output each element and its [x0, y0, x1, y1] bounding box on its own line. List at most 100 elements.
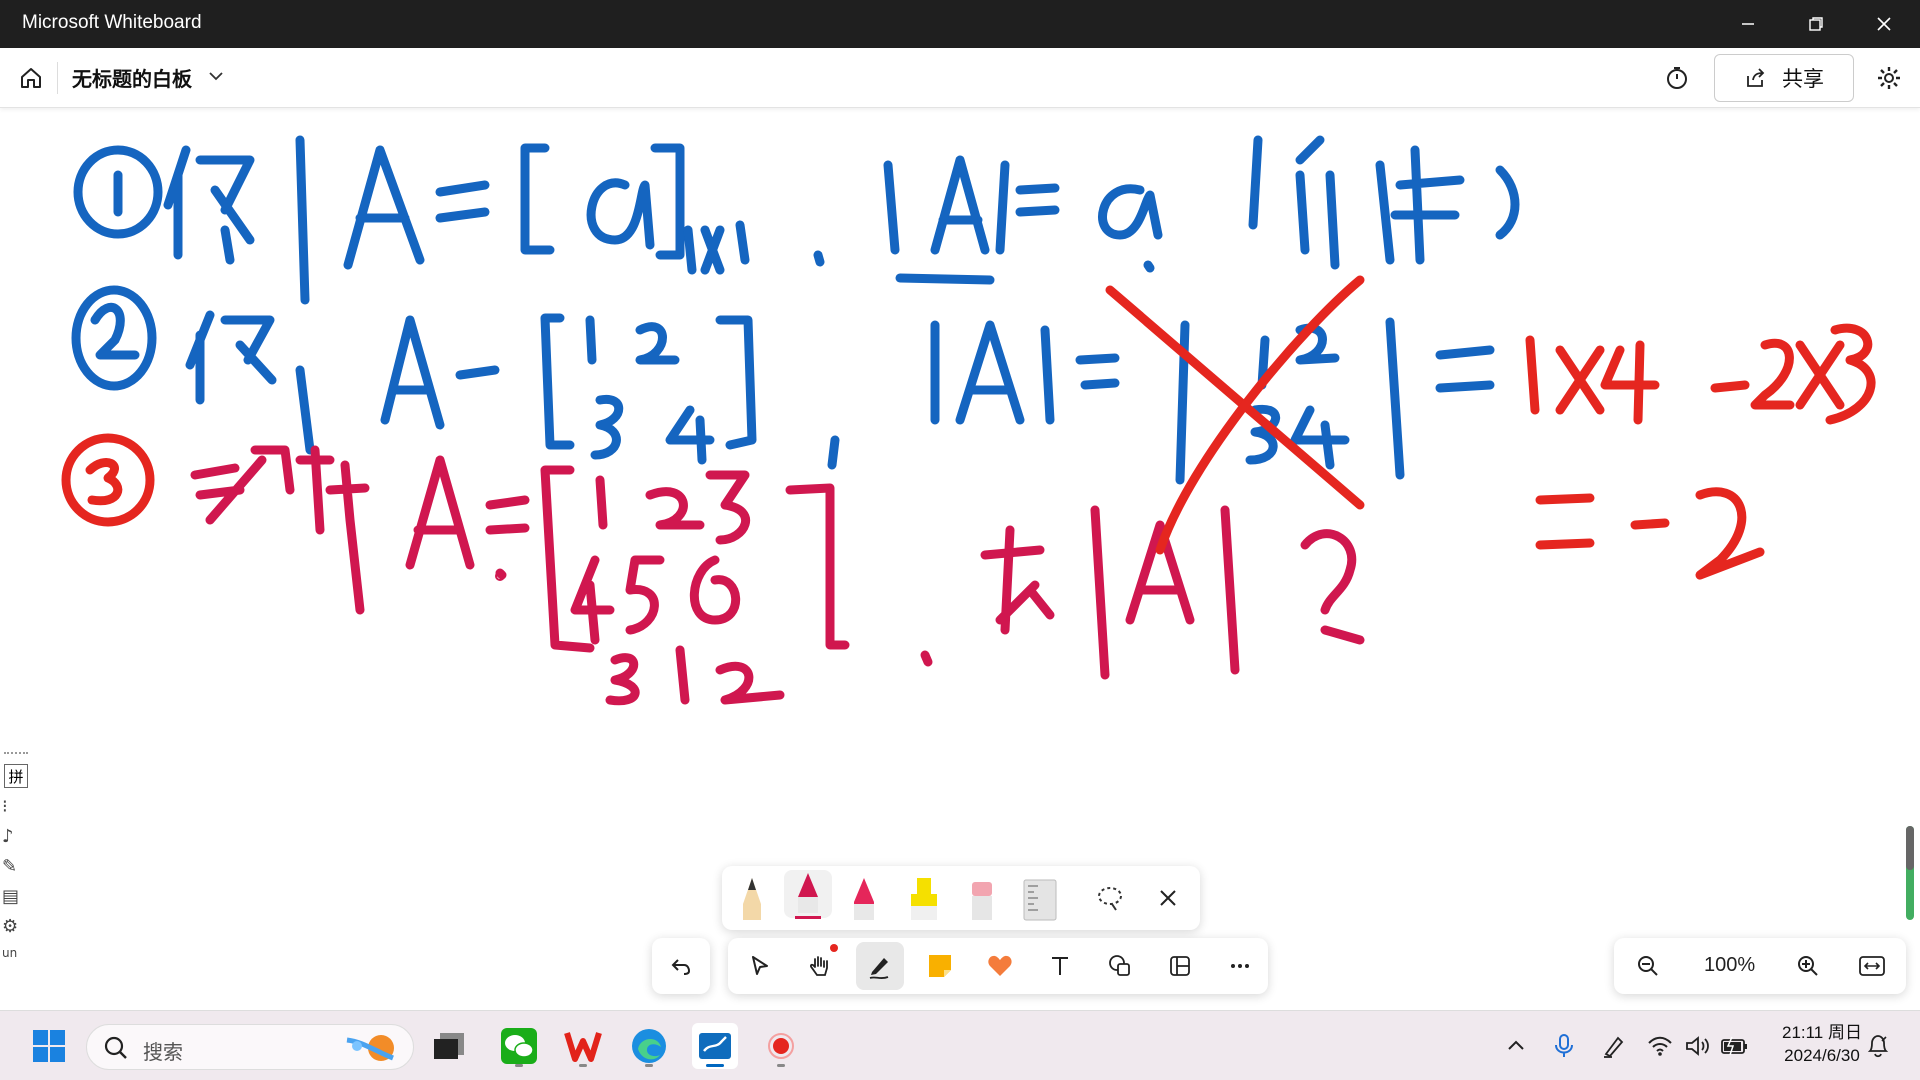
taskbar-wechat[interactable] [496, 1023, 542, 1069]
timer-icon [1667, 67, 1687, 89]
heart-icon [988, 955, 1012, 976]
pen-icon [869, 958, 889, 980]
home-icon [21, 68, 41, 88]
show-hidden-icons-button[interactable] [1496, 1023, 1536, 1069]
pen-menu-icon [1604, 1036, 1624, 1058]
board-title-dropdown[interactable] [206, 66, 226, 90]
templates-tool[interactable] [1156, 942, 1204, 990]
select-tool[interactable] [736, 942, 784, 990]
pen-tool-red[interactable] [840, 874, 888, 922]
ruler-tool[interactable] [1016, 874, 1064, 922]
share-label: 共享 [1782, 67, 1824, 91]
hand-tool[interactable] [796, 942, 844, 990]
pointer-icon [752, 956, 768, 975]
start-button[interactable] [26, 1023, 72, 1069]
search-box[interactable]: 搜索 [86, 1024, 414, 1070]
board-title[interactable]: 无标题的白板 [72, 63, 192, 92]
window-title-bar: Microsoft Whiteboard [0, 0, 1920, 48]
minimize-button[interactable] [1714, 0, 1782, 48]
share-button[interactable]: 共享 [1714, 54, 1854, 102]
undo-icon [671, 959, 691, 975]
ime-punctuation-icon[interactable]: ♪ [2, 826, 14, 847]
undo-pill [652, 938, 710, 994]
shapes-icon [1109, 955, 1130, 976]
search-icon [104, 1036, 127, 1059]
ime-settings-icon[interactable]: ⚙ [2, 916, 18, 937]
ruler-icon [1023, 879, 1057, 921]
ime-soft-keyboard-icon[interactable]: ✎ [2, 856, 17, 877]
search-placeholder: 搜索 [143, 1040, 183, 1064]
ime-mode-button[interactable]: 拼 [4, 764, 28, 788]
ime-half-width-icon[interactable]: ⁝ [2, 796, 8, 817]
ink-row-1 [73, 135, 1520, 305]
timer-button[interactable] [1660, 62, 1694, 94]
highlighter-icon [911, 878, 937, 920]
zoom-out-button[interactable] [1624, 942, 1672, 990]
shapes-tool[interactable] [1096, 942, 1144, 990]
more-icon [1231, 964, 1249, 968]
battery-charging-icon [1721, 1036, 1747, 1056]
pencil-tool[interactable] [728, 874, 776, 922]
zoom-level[interactable]: 100% [1704, 954, 1755, 977]
lasso-tool[interactable] [1086, 874, 1134, 922]
sticky-note-icon [929, 955, 951, 977]
restore-button[interactable] [1782, 0, 1850, 48]
zoom-control: 100% [1614, 938, 1906, 994]
text-tool[interactable] [1036, 942, 1084, 990]
taskbar-whiteboard[interactable] [692, 1023, 738, 1069]
zoom-in-button[interactable] [1784, 942, 1832, 990]
close-window-button[interactable] [1850, 0, 1918, 48]
home-button[interactable] [14, 62, 48, 94]
record-icon [768, 1033, 794, 1059]
minimize-icon [1742, 23, 1754, 25]
ime-grip[interactable] [4, 752, 28, 754]
microphone-button[interactable] [1544, 1023, 1584, 1069]
scrollbar-thumb-top[interactable] [1906, 826, 1914, 870]
pen-tool[interactable] [856, 942, 904, 990]
fit-to-screen-button[interactable] [1848, 942, 1896, 990]
eraser-tool[interactable] [958, 874, 1006, 922]
restore-icon [1809, 17, 1823, 31]
pen-crimson-icon [795, 873, 821, 919]
ink-red-marks [61, 275, 1876, 580]
undo-button[interactable] [657, 942, 705, 990]
notification-dot [830, 944, 838, 952]
taskbar-edge[interactable] [626, 1023, 672, 1069]
bell-icon [1867, 1035, 1889, 1058]
task-view-icon [434, 1033, 464, 1059]
ime-simplified-icon[interactable]: ▤ [2, 886, 19, 907]
highlighter-tool[interactable] [900, 874, 948, 922]
battery-button[interactable] [1714, 1023, 1756, 1069]
search-highlight-icon [346, 1035, 394, 1061]
chevron-up-icon [1508, 1040, 1524, 1050]
eraser-icon [972, 882, 992, 920]
pen-menu-button[interactable] [1594, 1023, 1634, 1069]
volume-button[interactable] [1678, 1023, 1718, 1069]
window-title: Microsoft Whiteboard [22, 12, 202, 33]
edge-icon [632, 1029, 666, 1063]
wifi-button[interactable] [1640, 1023, 1680, 1069]
hand-icon [810, 956, 828, 976]
pencil-icon [743, 878, 761, 920]
taskbar-wps[interactable] [560, 1023, 606, 1069]
header-divider [57, 62, 58, 94]
taskbar: 搜索 21:11 周日 2024/6/30 [0, 1010, 1920, 1080]
sticky-note-tool[interactable] [916, 942, 964, 990]
pen-tool-crimson[interactable] [784, 870, 832, 919]
ime-toggle-icon[interactable]: un [2, 946, 17, 960]
main-toolbar [728, 938, 1268, 994]
more-tool[interactable] [1216, 942, 1264, 990]
close-ink-toolbar-button[interactable] [1144, 874, 1192, 922]
fit-screen-icon [1859, 956, 1885, 976]
ink-toolbar [722, 866, 1200, 930]
taskbar-task-view[interactable] [426, 1023, 472, 1069]
ink-row-3 [190, 445, 933, 706]
reaction-tool[interactable] [976, 942, 1024, 990]
ime-bar[interactable]: 拼 ⁝ ♪ ✎ ▤ ⚙ un [0, 752, 30, 974]
notifications-button[interactable] [1858, 1023, 1898, 1069]
pen-red-icon [854, 878, 874, 920]
settings-button[interactable] [1872, 62, 1906, 94]
taskbar-recorder[interactable] [758, 1023, 804, 1069]
wifi-icon [1648, 1036, 1672, 1056]
ink-question [980, 505, 1365, 680]
